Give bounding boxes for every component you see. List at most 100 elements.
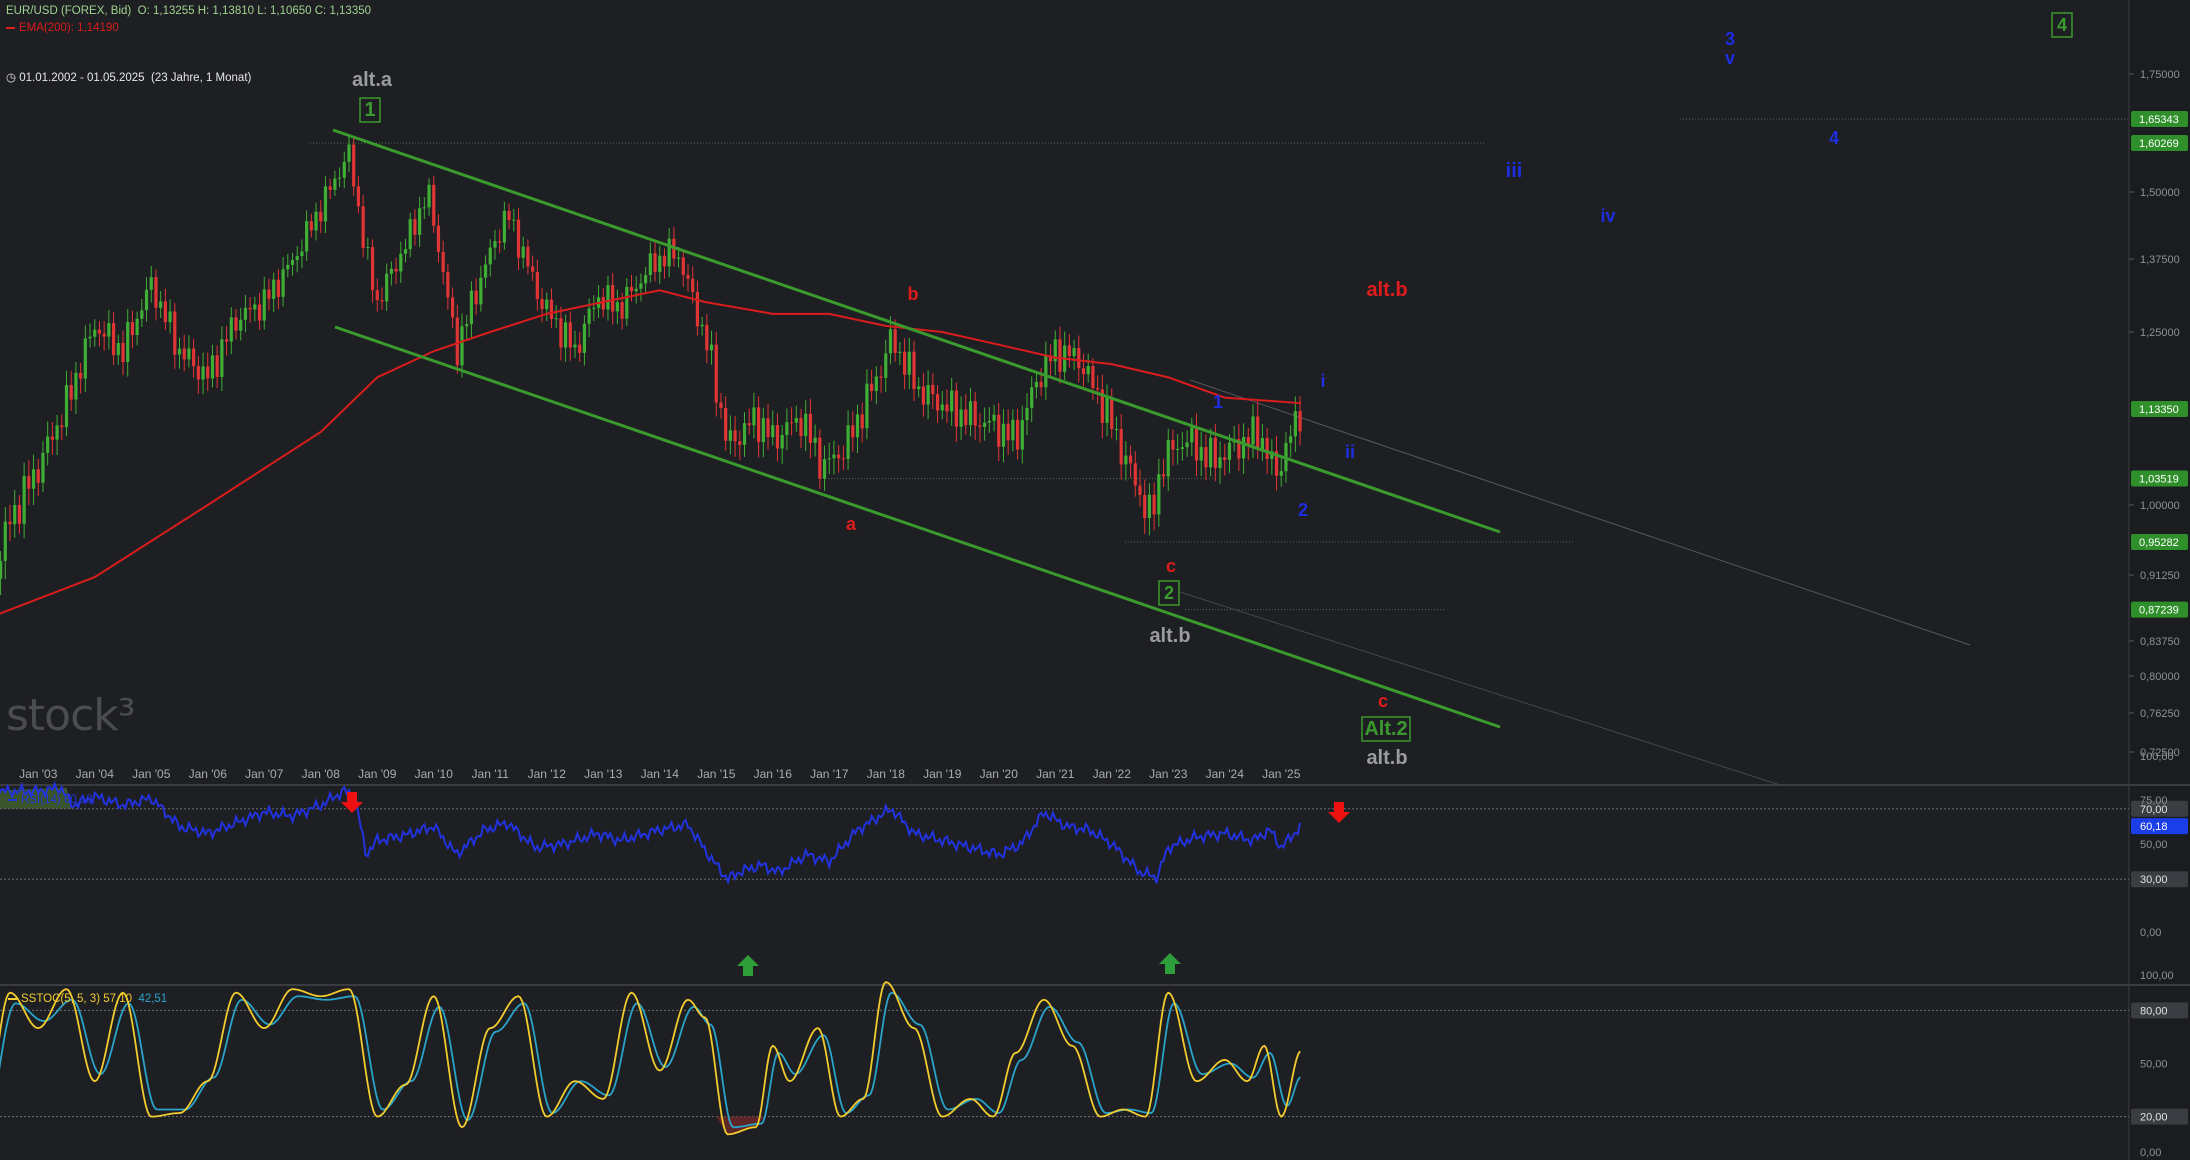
candle-body [592,307,596,309]
candle-body [418,208,422,235]
candle-body [1209,437,1213,468]
candle-body [1110,397,1114,430]
x-tick-label: Jan '03 [19,767,58,781]
candle-body [799,417,803,437]
candle-body [1072,347,1076,356]
candle-body [545,299,549,310]
candle-body [74,372,78,400]
candle-body [563,322,568,348]
y-tick-label: 0,91250 [2140,570,2180,582]
candle-body [385,273,389,302]
candle-body [140,310,144,319]
candle-body [0,560,3,579]
candle-body [1128,455,1133,464]
candle-body [808,413,813,443]
candle-body [884,353,888,378]
candle-body [97,329,102,334]
candle-body [399,253,403,272]
x-tick-label: Jan '11 [472,767,510,781]
candle-body [587,308,591,324]
wave-label: i [1320,371,1325,391]
candle-body [535,271,539,300]
candle-body [1001,423,1006,447]
candle-body [742,423,747,445]
rsi-level-text: 30,00 [2140,874,2168,886]
x-tick-label: Jan '07 [245,767,284,781]
candle-body [658,255,662,272]
candle-body [1105,397,1109,423]
candle-body [771,425,775,438]
date-range: ◷ 01.01.2002 - 01.05.2025 (23 Jahre, 1 M… [6,70,251,84]
stoch-k-value: 57,10 [103,993,133,1005]
candle-body [187,348,191,360]
wave-label: ii [1345,442,1355,462]
candle-body [766,418,770,438]
candle-body [902,351,907,375]
candle-body [17,504,22,524]
candle-body [1091,365,1095,389]
candle-body [578,344,582,353]
candle-body [177,348,182,355]
wave-label: alt.b [1366,747,1407,769]
price-label-text: 0,87239 [2139,605,2179,617]
candle-body [1190,427,1194,443]
candle-body [333,178,337,190]
x-tick-label: Jan '09 [358,767,397,781]
candle-body [1265,438,1269,459]
candle-body [601,297,605,310]
x-tick-label: Jan '24 [1206,767,1245,781]
candle-body [347,144,351,162]
candle-body [898,351,902,354]
candle-body [1166,440,1170,477]
candle-body [997,414,1001,447]
candle-body [724,408,728,441]
candle-body [945,404,949,412]
candle-body [1171,440,1175,450]
candle-body [648,253,652,276]
x-tick-label: Jan '10 [415,767,454,781]
candle-body [653,253,657,272]
stoch-y-tick: 100,00 [2140,970,2174,982]
candle-body [964,409,968,426]
candle-body [695,291,700,327]
candle-body [625,286,629,319]
stoch-level-text: 20,00 [2140,1112,2168,1124]
candle-body [983,422,987,427]
candle-body [554,318,558,320]
rsi-value: 60,18 [63,794,93,806]
candle-body [1251,416,1255,445]
candle-body [408,219,412,250]
date-range-note: (23 Jahre, 1 Monat) [150,72,252,84]
candle-body [182,348,186,360]
candle-body [394,268,398,272]
rsi-y-tick: 50,00 [2140,839,2168,851]
candle-body [116,342,120,356]
candle-body [568,322,572,348]
candle-body [794,417,798,423]
candle-body [629,286,634,292]
stoch-d-value: 42,51 [138,993,168,1005]
stoch-level-text: 80,00 [2140,1005,2168,1017]
candle-body [220,339,224,377]
candle-body [295,256,299,261]
candle-body [639,283,643,289]
candle-body [1293,411,1297,437]
candle-body [1015,419,1020,450]
candle-body [1260,438,1265,450]
candle-body [959,409,963,427]
candle-body [159,301,163,308]
candle-body [88,336,92,339]
candle-body [281,269,285,297]
x-tick-label: Jan '17 [810,767,849,781]
x-tick-label: Jan '08 [302,767,341,781]
chart-canvas[interactable]: '02Jan '03Jan '04Jan '05Jan '06Jan '07Ja… [0,0,2190,1160]
candle-body [1152,494,1156,515]
candle-body [573,344,577,348]
candle-body [483,264,488,278]
candle-body [55,425,59,440]
y-tick-label: 0,80000 [2140,671,2180,683]
wave-label: Alt.2 [1364,718,1407,740]
candle-body [992,414,996,421]
candle-body [516,219,521,258]
candle-body [375,290,379,301]
